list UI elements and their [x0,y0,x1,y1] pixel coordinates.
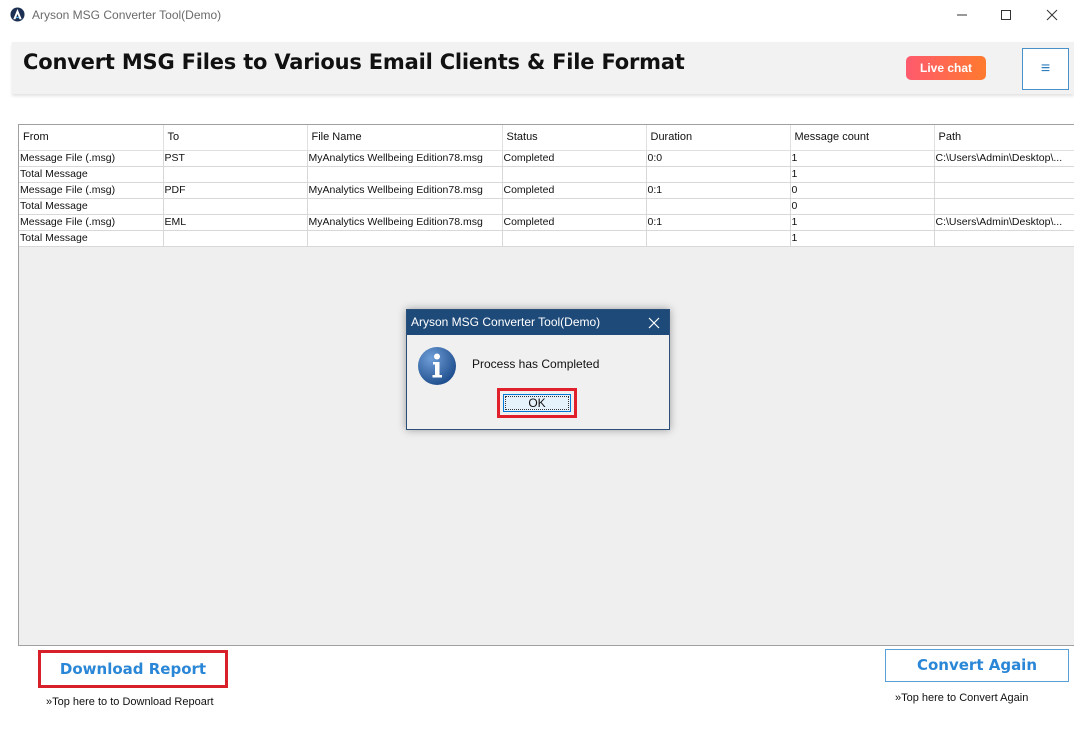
download-highlight-frame: Download Report [38,650,228,688]
table-cell: 0:1 [646,182,791,199]
table-cell: 1 [790,150,935,167]
dialog-close-button[interactable] [639,310,669,335]
table-cell: MyAnalytics Wellbeing Edition78.msg [307,214,503,231]
minimize-button[interactable] [939,0,985,30]
table-row[interactable]: Message File (.msg) PST MyAnalytics Well… [19,150,1074,167]
table-cell: C:\Users\Admin\Desktop\... [934,150,1074,167]
table-cell: 0:0 [646,150,791,167]
convert-again-button[interactable]: Convert Again [885,649,1069,682]
dialog-message: Process has Completed [472,357,600,371]
table-row[interactable]: Message File (.msg) EML MyAnalytics Well… [19,214,1074,231]
table-cell [163,230,308,247]
table-cell [307,198,503,215]
table-cell [646,166,791,183]
ok-button[interactable]: OK [503,394,571,412]
table-cell: Message File (.msg) [19,150,164,167]
app-logo-icon [10,7,25,22]
table-cell: Total Message [19,198,164,215]
table-cell [934,198,1074,215]
download-hint: »Top here to to Download Repoart [46,696,214,708]
maximize-button[interactable] [983,0,1029,30]
table-cell [163,198,308,215]
column-header[interactable]: Path [934,125,1074,151]
table-row[interactable]: Message File (.msg) PDF MyAnalytics Well… [19,182,1074,199]
live-chat-button[interactable]: Live chat [906,56,986,80]
table-cell [934,182,1074,199]
table-row[interactable]: Total Message 1 [19,230,1074,247]
table-cell: Completed [502,182,647,199]
title-bar: Aryson MSG Converter Tool(Demo) [0,0,1074,30]
page-title: Convert MSG Files to Various Email Clien… [23,50,685,74]
column-header[interactable]: Duration [646,125,791,151]
hamburger-menu-icon: ≡ [1040,60,1051,77]
table-cell [163,166,308,183]
table-cell: Completed [502,150,647,167]
table-cell: PDF [163,182,308,199]
info-icon [418,347,456,385]
dialog-title-bar: Aryson MSG Converter Tool(Demo) [407,310,669,335]
minimize-icon [957,14,967,16]
table-cell: Message File (.msg) [19,182,164,199]
convert-again-hint: »Top here to Convert Again [895,692,1029,704]
table-cell: MyAnalytics Wellbeing Edition78.msg [307,150,503,167]
ok-highlight-frame: OK [497,388,577,418]
table-cell [307,166,503,183]
table-cell: 0:1 [646,214,791,231]
table-cell [646,198,791,215]
table-cell [646,230,791,247]
table-row[interactable]: Total Message 0 [19,198,1074,215]
table-cell: Total Message [19,230,164,247]
close-button[interactable] [1029,0,1074,30]
table-cell: 0 [790,182,935,199]
maximize-icon [1001,10,1011,20]
table-cell: Message File (.msg) [19,214,164,231]
column-header[interactable]: Status [502,125,647,151]
table-cell: 0 [790,198,935,215]
table-cell [502,230,647,247]
table-cell [307,230,503,247]
column-header[interactable]: To [163,125,308,151]
header-banner: Convert MSG Files to Various Email Clien… [12,42,1074,94]
table-cell [502,198,647,215]
window-title: Aryson MSG Converter Tool(Demo) [32,8,222,22]
table-cell: Completed [502,214,647,231]
close-icon [648,317,660,328]
table-row[interactable]: Total Message 1 [19,166,1074,183]
table-cell: 1 [790,166,935,183]
results-table: From To File Name Status Duration Messag… [19,125,1074,247]
column-header[interactable]: From [19,125,164,151]
table-cell: Total Message [19,166,164,183]
column-header[interactable]: Message count [790,125,935,151]
download-report-button[interactable]: Download Report [41,653,225,685]
close-icon [1046,9,1058,21]
table-header-row: From To File Name Status Duration Messag… [19,125,1074,151]
menu-button[interactable]: ≡ [1022,48,1069,90]
dialog-title: Aryson MSG Converter Tool(Demo) [411,315,601,329]
table-cell [502,166,647,183]
column-header[interactable]: File Name [307,125,503,151]
table-cell: 1 [790,214,935,231]
table-cell: EML [163,214,308,231]
table-cell: C:\Users\Admin\Desktop\... [934,214,1074,231]
table-cell: PST [163,150,308,167]
table-cell [934,230,1074,247]
table-cell [934,166,1074,183]
completion-dialog: Aryson MSG Converter Tool(Demo) Process … [406,309,670,430]
table-cell: 1 [790,230,935,247]
table-cell: MyAnalytics Wellbeing Edition78.msg [307,182,503,199]
